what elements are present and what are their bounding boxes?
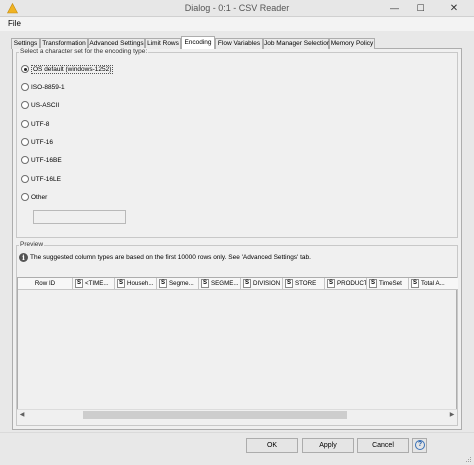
horizontal-scrollbar[interactable]: ◀ ▶	[17, 409, 457, 419]
title-bar[interactable]: Dialog - 0:1 - CSV Reader — ☐ ✕	[0, 0, 474, 17]
scroll-left-arrow-icon[interactable]: ◀	[17, 410, 27, 420]
radio-label: OS default (windows-1252)	[31, 65, 114, 74]
column-header-row-id[interactable]: Row ID	[18, 278, 73, 290]
radio-label: UTF-16BE	[31, 157, 62, 164]
radio-button[interactable]	[21, 175, 29, 183]
string-type-icon: S	[285, 279, 293, 288]
encoding-group-label: Select a character set for the encoding …	[19, 48, 149, 55]
help-icon: ?	[415, 440, 425, 450]
column-header[interactable]: S DIVISION	[241, 278, 283, 290]
column-header[interactable]: S Segme...	[157, 278, 199, 290]
radio-label: UTF-16	[31, 139, 54, 146]
radio-button[interactable]	[21, 83, 29, 91]
scrollbar-thumb[interactable]	[83, 411, 347, 419]
menu-bar: File	[0, 17, 474, 31]
column-header[interactable]: S Househ...	[115, 278, 157, 290]
tab-flow-variables[interactable]: Flow Variables	[215, 38, 263, 49]
radio-button[interactable]	[21, 138, 29, 146]
radio-label: Other	[31, 194, 48, 201]
help-button[interactable]: ?	[412, 438, 427, 453]
string-type-icon: S	[75, 279, 83, 288]
apply-button[interactable]: Apply	[302, 438, 354, 453]
radio-button-selected[interactable]	[21, 65, 29, 73]
table-header: Row ID S <TIME... S Househ... S Segme... SS…	[18, 278, 458, 290]
string-type-icon: S	[117, 279, 125, 288]
column-header[interactable]: S STORE	[283, 278, 325, 290]
tab-limit-rows[interactable]: Limit Rows	[145, 38, 181, 49]
string-type-icon: S	[411, 279, 419, 288]
radio-label: US-ASCII	[31, 102, 60, 109]
radio-button[interactable]	[21, 101, 29, 109]
preview-group-label: Preview	[19, 241, 45, 248]
tab-memory-policy[interactable]: Memory Policy	[329, 38, 375, 49]
info-icon: i	[19, 253, 28, 262]
radio-button[interactable]	[21, 156, 29, 164]
column-header[interactable]: S Total A...	[409, 278, 458, 290]
string-type-icon: S	[369, 279, 377, 288]
string-type-icon: S	[327, 279, 335, 288]
column-header[interactable]: S TimeSet	[367, 278, 409, 290]
radio-label: UTF-16LE	[31, 176, 61, 183]
column-header[interactable]: S SEGME...	[199, 278, 241, 290]
string-type-icon: S	[201, 279, 209, 288]
tab-encoding[interactable]: Encoding	[181, 36, 215, 49]
radio-button[interactable]	[21, 193, 29, 201]
footer-divider	[0, 432, 474, 433]
column-header[interactable]: S PRODUCT	[325, 278, 367, 290]
menu-file[interactable]: File	[8, 19, 21, 28]
string-type-icon: S	[243, 279, 251, 288]
close-button[interactable]: ✕	[434, 0, 474, 17]
radio-button[interactable]	[21, 120, 29, 128]
string-type-icon: S	[159, 279, 167, 288]
other-charset-input[interactable]	[33, 210, 126, 224]
resize-grip-icon[interactable]	[465, 456, 472, 463]
preview-info-text: The suggested column types are based on …	[30, 254, 311, 261]
ok-button[interactable]: OK	[246, 438, 298, 453]
column-header[interactable]: S <TIME...	[73, 278, 115, 290]
cancel-button[interactable]: Cancel	[357, 438, 409, 453]
preview-table[interactable]: Row ID S <TIME... S Househ... S Segme... SS…	[17, 277, 458, 419]
radio-label: ISO-8859-1	[31, 84, 65, 91]
scroll-right-arrow-icon[interactable]: ▶	[447, 410, 457, 420]
maximize-button[interactable]: ☐	[408, 0, 433, 17]
radio-label: UTF-8	[31, 121, 50, 128]
tab-job-manager-selection[interactable]: Job Manager Selection	[263, 38, 331, 49]
minimize-button[interactable]: —	[382, 0, 407, 17]
